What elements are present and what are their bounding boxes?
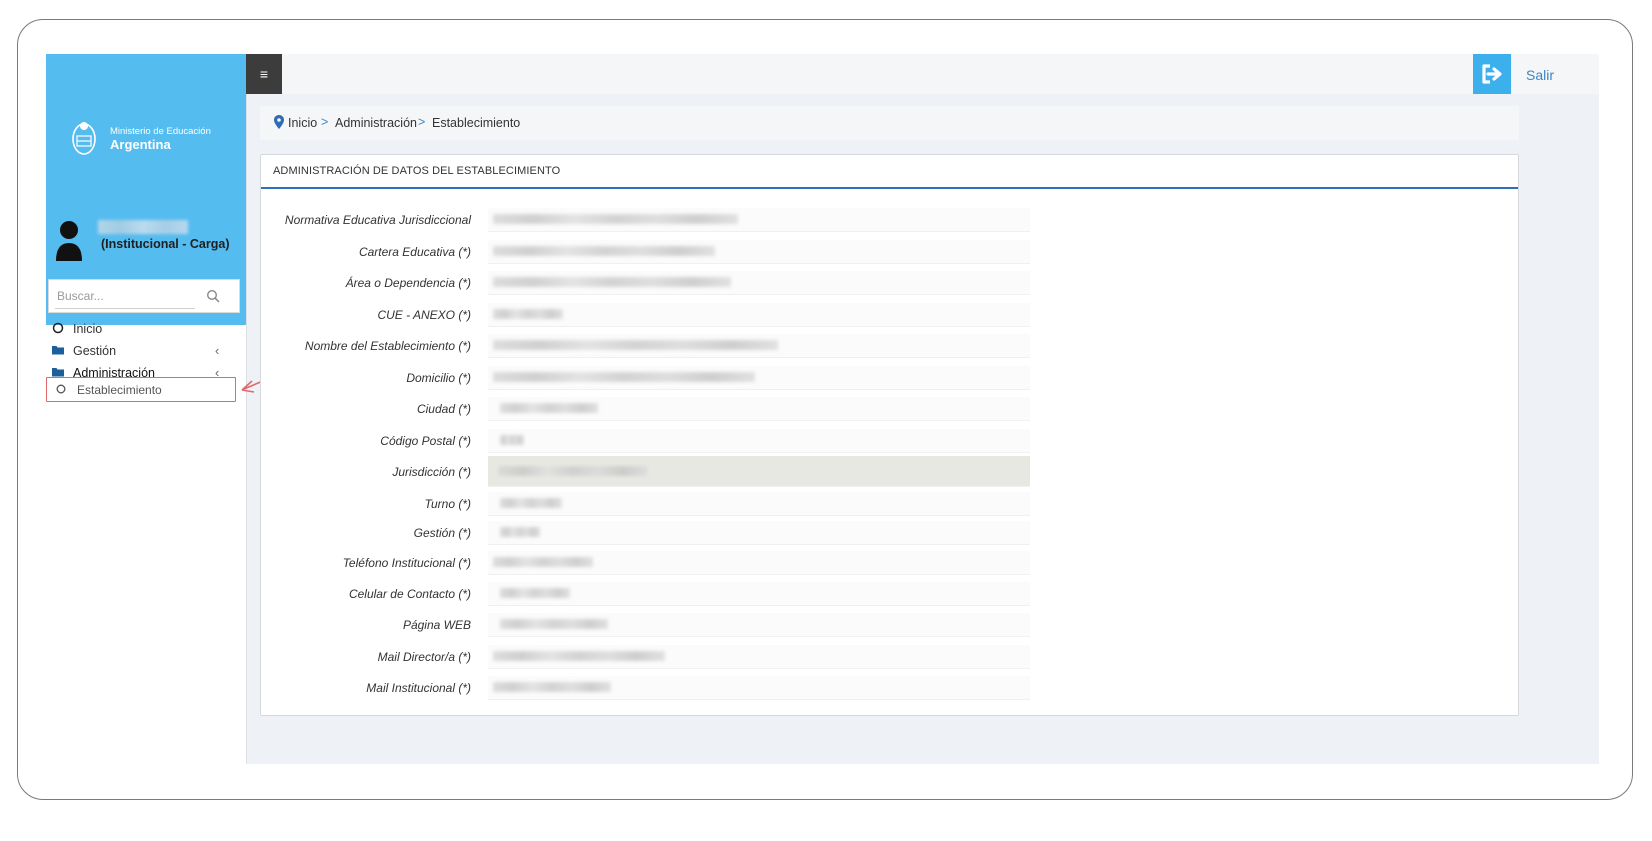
circle-icon <box>52 322 64 334</box>
form-row-turno: Turno (*) <box>261 490 1041 518</box>
breadcrumb-separator: > <box>418 115 426 129</box>
cue-field[interactable] <box>488 303 1030 327</box>
field-label: Mail Director/a (*) <box>377 650 471 664</box>
sidebar-item-label: Establecimiento <box>77 383 162 397</box>
folder-icon <box>52 346 64 355</box>
form-row-domicilio: Domicilio (*) <box>261 364 1041 392</box>
field-label: Teléfono Institucional (*) <box>342 556 471 570</box>
map-marker-icon <box>274 115 284 129</box>
form-row-jurisdiccion: Jurisdicción (*) <box>261 456 1041 487</box>
codigo-postal-field[interactable] <box>488 429 1030 453</box>
breadcrumb-administracion[interactable]: Administración <box>335 116 417 130</box>
search-underline <box>55 308 195 309</box>
brand-ministry: Ministerio de Educación <box>110 126 211 137</box>
top-bar: ≡ Salir <box>246 54 1599 94</box>
sidebar-search <box>48 279 240 313</box>
field-label: Ciudad (*) <box>416 402 471 416</box>
form-row-area: Área o Dependencia (*) <box>261 269 1041 297</box>
field-label: Gestión (*) <box>413 526 471 540</box>
field-label: Código Postal (*) <box>380 434 471 448</box>
field-label: Área o Dependencia (*) <box>345 276 471 290</box>
sidebar-item-label: Gestión <box>73 344 117 358</box>
celular-field[interactable] <box>488 582 1030 606</box>
field-label: Jurisdicción (*) <box>392 465 471 479</box>
form-row-cue: CUE - ANEXO (*) <box>261 301 1041 329</box>
user-avatar-icon <box>56 221 82 261</box>
circle-icon <box>56 384 66 394</box>
hamburger-icon: ≡ <box>259 66 269 82</box>
form-row-normativa: Normativa Educativa Jurisdiccional <box>261 206 1041 234</box>
user-name-redacted <box>98 220 188 234</box>
field-label: Normativa Educativa Jurisdiccional <box>284 213 471 227</box>
sidebar-item-inicio[interactable]: Inicio <box>46 318 245 340</box>
normativa-field[interactable] <box>488 208 1030 232</box>
form-row-codigo-postal: Código Postal (*) <box>261 427 1041 455</box>
search-input[interactable] <box>55 288 189 304</box>
cartera-field[interactable] <box>488 240 1030 264</box>
form-row-mail-institucional: Mail Institucional (*) <box>261 674 1041 702</box>
field-label: CUE - ANEXO (*) <box>377 308 471 322</box>
form-row-pagina-web: Página WEB <box>261 611 1041 639</box>
form-row-celular: Celular de Contacto (*) <box>261 580 1041 608</box>
app-window: Ministerio de Educación Argentina (Insti… <box>46 54 1599 764</box>
breadcrumb-establecimiento: Establecimiento <box>432 116 521 130</box>
field-label: Celular de Contacto (*) <box>348 587 471 601</box>
logout-link[interactable]: Salir <box>1526 67 1554 83</box>
gestion-select[interactable] <box>488 521 1030 545</box>
menu-toggle-button[interactable]: ≡ <box>246 54 282 94</box>
sign-out-icon <box>1482 64 1502 84</box>
brand-country: Argentina <box>110 137 171 152</box>
pagina-web-field[interactable] <box>488 613 1030 637</box>
breadcrumb-inicio[interactable]: Inicio <box>288 116 317 130</box>
field-label: Domicilio (*) <box>406 371 471 385</box>
mail-institucional-field[interactable] <box>488 676 1030 700</box>
form-row-ciudad: Ciudad (*) <box>261 395 1041 423</box>
mail-director-field[interactable] <box>488 645 1030 669</box>
form-row-gestion: Gestión (*) <box>261 519 1041 547</box>
sidebar: Ministerio de Educación Argentina (Insti… <box>46 54 247 764</box>
jurisdiccion-field <box>488 456 1030 487</box>
form-row-mail-director: Mail Director/a (*) <box>261 643 1041 671</box>
breadcrumb-separator: > <box>321 115 329 129</box>
field-label: Turno (*) <box>424 497 471 511</box>
form-row-cartera: Cartera Educativa (*) <box>261 238 1041 266</box>
turno-select[interactable] <box>488 492 1030 516</box>
search-icon[interactable] <box>206 289 220 303</box>
panel-title: ADMINISTRACIÓN DE DATOS DEL ESTABLECIMIE… <box>273 165 561 177</box>
field-label: Cartera Educativa (*) <box>358 245 471 259</box>
field-label: Página WEB <box>402 618 471 632</box>
chevron-left-icon: ‹ <box>215 343 220 358</box>
logout-button[interactable] <box>1473 54 1511 94</box>
sidebar-item-establecimiento[interactable]: Establecimiento <box>46 377 236 402</box>
field-label: Nombre del Establecimiento (*) <box>304 339 471 353</box>
ciudad-field[interactable] <box>488 397 1030 421</box>
domicilio-field[interactable] <box>488 366 1030 390</box>
breadcrumb: Inicio > Administración > Establecimient… <box>260 106 1519 140</box>
telefono-field[interactable] <box>488 551 1030 575</box>
sidebar-item-gestion[interactable]: Gestión ‹ <box>46 340 245 362</box>
sidebar-header: Ministerio de Educación Argentina (Insti… <box>46 54 246 325</box>
user-role: (Institucional - Carga) <box>101 237 230 251</box>
sidebar-item-label: Inicio <box>73 322 103 336</box>
area-field[interactable] <box>488 271 1030 295</box>
panel-title-underline <box>261 187 1518 189</box>
form-row-nombre: Nombre del Establecimiento (*) <box>261 332 1041 360</box>
nombre-field[interactable] <box>488 334 1030 358</box>
form-row-telefono: Teléfono Institucional (*) <box>261 549 1041 577</box>
establishment-panel: ADMINISTRACIÓN DE DATOS DEL ESTABLECIMIE… <box>260 154 1519 716</box>
field-label: Mail Institucional (*) <box>366 681 471 695</box>
